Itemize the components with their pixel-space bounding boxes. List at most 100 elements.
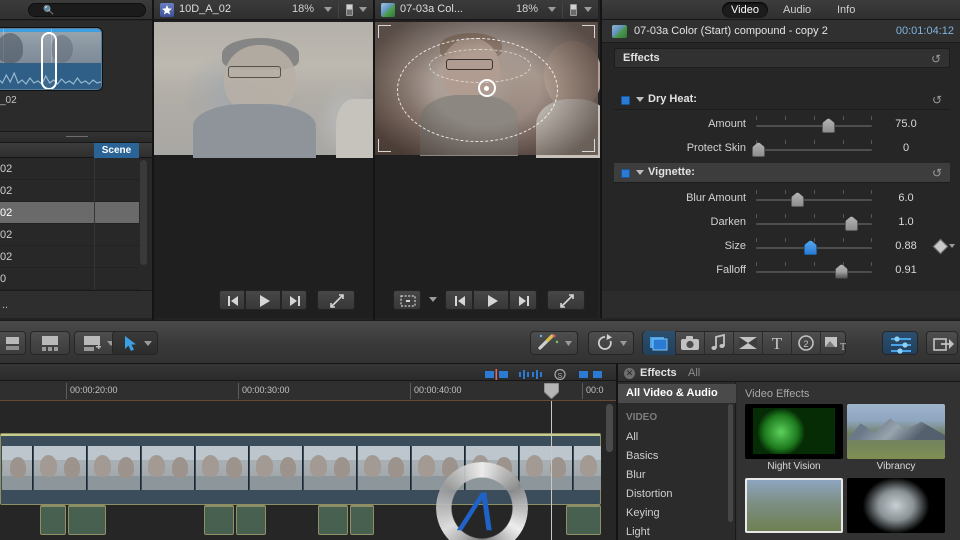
fullscreen-button[interactable]: [317, 290, 355, 310]
playhead-handle[interactable]: [543, 382, 560, 400]
retime-button[interactable]: [588, 331, 634, 355]
audio-clip[interactable]: [40, 505, 66, 535]
group-header-dry-heat[interactable]: Dry Heat: ↺: [614, 90, 950, 110]
effects-browser-filter[interactable]: All: [688, 367, 700, 379]
fullscreen-button[interactable]: [547, 290, 585, 310]
themes-browser-button[interactable]: T: [821, 331, 847, 355]
table-row[interactable]: 02: [0, 202, 139, 224]
blade-marker-icon[interactable]: [484, 367, 509, 380]
disclosure-triangle-icon[interactable]: [636, 97, 644, 102]
sidebar-item-light[interactable]: Light: [618, 523, 736, 540]
reset-icon[interactable]: ↺: [932, 93, 942, 107]
group-header-vignette[interactable]: Vignette: ↺: [614, 163, 950, 183]
main-viewer-title: 07-03a Col...: [400, 3, 463, 15]
audio-clip[interactable]: [318, 505, 348, 535]
table-row[interactable]: 02: [0, 180, 139, 202]
param-value[interactable]: 1.0: [882, 216, 930, 228]
timeline-scrollbar[interactable]: [606, 404, 613, 452]
view-quality-icon[interactable]: [570, 4, 577, 16]
go-to-end-button[interactable]: [281, 290, 307, 310]
sidebar-item-all[interactable]: All: [618, 428, 736, 447]
disclosure-triangle-icon[interactable]: [636, 170, 644, 175]
table-row[interactable]: 0: [0, 268, 139, 290]
select-tool-button[interactable]: [112, 331, 158, 355]
chevron-down-icon[interactable]: [359, 7, 367, 12]
transitions-browser-button[interactable]: [734, 331, 762, 355]
audio-clip[interactable]: [566, 505, 601, 535]
go-to-start-button[interactable]: [445, 290, 473, 310]
photos-browser-button[interactable]: [676, 331, 704, 355]
svg-text:T: T: [772, 334, 783, 353]
chevron-down-icon[interactable]: [548, 7, 556, 12]
audio-clip[interactable]: [350, 505, 374, 535]
snapping-icon[interactable]: [578, 367, 603, 378]
reset-icon[interactable]: ↺: [931, 52, 941, 66]
generators-browser-button[interactable]: 2: [792, 331, 820, 355]
event-viewer: 10D_A_02 18%: [154, 0, 373, 318]
close-icon[interactable]: ✕: [624, 368, 635, 379]
table-row[interactable]: 02: [0, 158, 139, 180]
music-browser-button[interactable]: [705, 331, 733, 355]
sidebar-item-distortion[interactable]: Distortion: [618, 485, 736, 504]
param-value[interactable]: 0: [882, 142, 930, 154]
audio-clip[interactable]: [204, 505, 234, 535]
param-slider-track[interactable]: [756, 199, 872, 201]
main-viewer-canvas[interactable]: [375, 22, 612, 158]
vignette-center-handle[interactable]: [477, 79, 496, 98]
param-value[interactable]: 6.0: [882, 192, 930, 204]
enhancements-button[interactable]: [530, 331, 578, 355]
audio-clip[interactable]: [68, 505, 106, 535]
play-button[interactable]: [473, 290, 509, 310]
sidebar-item-keying[interactable]: Keying: [618, 504, 736, 523]
filmstrip-skimmer[interactable]: [41, 32, 57, 89]
timeline-playhead[interactable]: [551, 401, 552, 540]
solo-icon[interactable]: S: [550, 367, 570, 381]
reset-icon[interactable]: ↺: [932, 166, 942, 180]
view-quality-icon[interactable]: [346, 4, 353, 16]
tab-audio[interactable]: Audio: [774, 2, 820, 18]
search-input[interactable]: 🔍: [28, 3, 146, 17]
main-viewer-zoom-level[interactable]: 18%: [516, 3, 538, 15]
param-slider-track[interactable]: [756, 149, 872, 151]
vignette-onscreen-inner-ellipse[interactable]: [428, 48, 532, 84]
browser-list-scrollbar[interactable]: [140, 160, 147, 265]
keyframe-button[interactable]: [932, 238, 955, 255]
effects-browser-button[interactable]: [882, 331, 918, 355]
sidebar-item-all-video-audio[interactable]: All Video & Audio: [618, 384, 736, 403]
timeline-ruler[interactable]: 00:00:20:00 00:00:30:00 00:00:40:00 00:0: [0, 381, 616, 401]
audio-clip[interactable]: [236, 505, 266, 535]
event-viewer-canvas[interactable]: [154, 22, 373, 158]
browser-split-handle[interactable]: [0, 131, 152, 143]
audio-skimming-icon[interactable]: [518, 367, 543, 379]
group-enable-checkbox[interactable]: [621, 96, 630, 105]
effects-browser: ✕ Effects All All Video & Audio VIDEO Al…: [618, 364, 960, 540]
param-value[interactable]: 75.0: [882, 118, 930, 130]
column-header-scene[interactable]: Scene: [94, 143, 139, 158]
effects-sidebar-scrollbar[interactable]: [728, 404, 733, 522]
browser-filmstrip-view-button[interactable]: [30, 331, 70, 355]
share-button[interactable]: [926, 331, 958, 355]
table-row[interactable]: 02: [0, 246, 139, 268]
go-to-end-button[interactable]: [509, 290, 537, 310]
sidebar-item-blur[interactable]: Blur: [618, 466, 736, 485]
play-button[interactable]: [245, 290, 281, 310]
onscreen-controls-button[interactable]: [393, 290, 421, 310]
param-slider-track[interactable]: [756, 125, 872, 127]
table-row[interactable]: 02: [0, 224, 139, 246]
group-enable-checkbox[interactable]: [621, 169, 630, 178]
browser-list-view-button[interactable]: [0, 331, 26, 355]
media-browser-button[interactable]: [643, 331, 675, 355]
tab-video[interactable]: Video: [722, 2, 768, 18]
titles-browser-button[interactable]: T: [763, 331, 791, 355]
chevron-down-icon[interactable]: [429, 297, 437, 302]
tab-info[interactable]: Info: [828, 2, 864, 18]
effects-section-header[interactable]: Effects ↺: [614, 48, 950, 68]
param-value[interactable]: 0.88: [882, 240, 930, 252]
chevron-down-icon[interactable]: [584, 7, 592, 12]
event-viewer-zoom-level[interactable]: 18%: [292, 3, 314, 15]
browser-clip-filmstrip[interactable]: [0, 28, 102, 90]
sidebar-item-basics[interactable]: Basics: [618, 447, 736, 466]
chevron-down-icon[interactable]: [324, 7, 332, 12]
svg-text:T: T: [840, 342, 846, 353]
go-to-start-button[interactable]: [219, 290, 245, 310]
